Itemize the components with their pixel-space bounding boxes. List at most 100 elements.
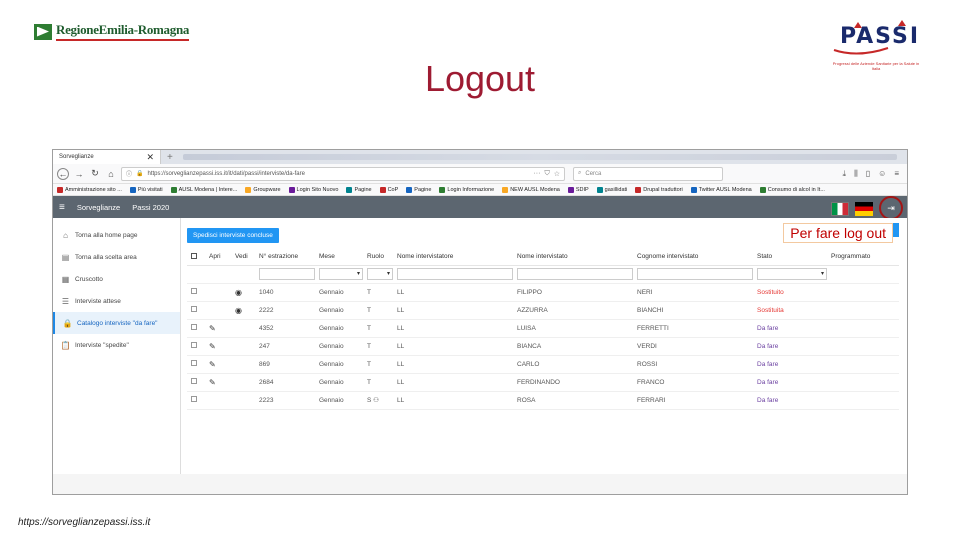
bookmark-item[interactable]: SDIP bbox=[567, 186, 589, 193]
table-row[interactable]: 2223 Gennaio S ⚇ LL ROSA FERRARI Da fare bbox=[187, 391, 899, 410]
cell-cognome: FERRARI bbox=[637, 396, 666, 404]
cell-mese: Gennaio bbox=[319, 396, 344, 404]
logout-button[interactable]: ⇥ bbox=[879, 196, 903, 220]
smiley-icon[interactable]: ☺ bbox=[878, 169, 886, 179]
sidebar-item-label: Catalogo interviste "da fare" bbox=[77, 319, 158, 327]
browser-tab-title: Sorveglianze bbox=[59, 154, 94, 160]
send-interviews-button[interactable]: Spedisci interviste concluse bbox=[187, 228, 279, 243]
table-row[interactable]: ◉ 1040 Gennaio T LL FILIPPO NERI Sostituito bbox=[187, 283, 899, 302]
app-content: ⌂ Torna alla home page ▤ Torna alla scelta … bbox=[53, 218, 907, 474]
reload-icon[interactable]: ↻ bbox=[89, 168, 101, 180]
lock-icon: 🔒 bbox=[136, 171, 144, 177]
bookmark-item[interactable]: CoP bbox=[379, 186, 398, 193]
search-input[interactable]: ⌕ Cerca bbox=[573, 166, 723, 181]
home-icon[interactable]: ⌂ bbox=[105, 168, 117, 180]
sidebar-item[interactable]: 🔒 Catalogo interviste "da fare" bbox=[53, 312, 180, 334]
sidebar-icon[interactable]: ▯ bbox=[866, 169, 870, 179]
table-row[interactable]: ✎ 247 Gennaio T LL BIANCA VERDI Da fare bbox=[187, 337, 899, 356]
browser-nav-bar: ← → ↻ ⌂ ⓘ 🔒 https://sorveglianzepassi.is… bbox=[53, 164, 907, 184]
bookmark-item[interactable]: Login Sito Nuovo bbox=[288, 186, 338, 193]
column-header: Nome intervistatore bbox=[393, 249, 513, 266]
cell-nome: ROSA bbox=[517, 396, 536, 404]
table-row[interactable]: ◉ 2222 Gennaio T LL AZZURRA BIANCHI Sostituita bbox=[187, 301, 899, 320]
library-icon[interactable]: ⫼ bbox=[854, 169, 858, 179]
row-checkbox[interactable] bbox=[191, 360, 197, 366]
bookmark-icon bbox=[596, 186, 603, 193]
row-checkbox[interactable] bbox=[191, 288, 197, 294]
sidebar-item[interactable]: ☰ Interviste attese bbox=[53, 290, 180, 312]
back-icon[interactable]: ← bbox=[57, 167, 69, 180]
filter-intervistatore[interactable] bbox=[397, 268, 513, 280]
table-row[interactable]: ✎ 4352 Gennaio T LL LUISA FERRETTI Da fare bbox=[187, 319, 899, 338]
cell-ruolo: T bbox=[367, 306, 371, 314]
bookmark-item[interactable]: Pagine bbox=[406, 186, 431, 193]
edit-icon[interactable]: ✎ bbox=[209, 342, 216, 351]
slide: RegioneEmilia-Romagna PASSI Progressi de… bbox=[0, 0, 960, 540]
new-tab-icon[interactable]: + bbox=[167, 152, 173, 163]
edit-icon[interactable]: ✎ bbox=[209, 378, 216, 387]
forward-icon[interactable]: → bbox=[73, 168, 85, 180]
hamburger-icon[interactable]: ≡ bbox=[59, 202, 65, 213]
row-checkbox[interactable] bbox=[191, 324, 197, 330]
sidebar: ⌂ Torna alla home page ▤ Torna alla scelta … bbox=[53, 218, 181, 474]
italian-flag-icon[interactable] bbox=[831, 202, 849, 216]
cell-intervistatore: LL bbox=[397, 342, 405, 350]
download-icon[interactable]: ⤓ bbox=[843, 169, 847, 179]
filter-stato[interactable] bbox=[757, 268, 827, 280]
cell-n: 247 bbox=[259, 342, 270, 350]
sidebar-item[interactable]: ▦ Cruscotto bbox=[53, 268, 180, 290]
close-icon[interactable]: ✕ bbox=[146, 152, 154, 163]
table-header-row: Apri Vedi N° estrazione Mese Ruolo Nome inter… bbox=[187, 249, 899, 266]
table-row[interactable]: ✎ 2684 Gennaio T LL FERDINANDO FRANCO Da fare bbox=[187, 373, 899, 392]
url-actions: ··· ⛉ ☆ bbox=[533, 170, 560, 178]
browser-tab[interactable]: Sorveglianze ✕ bbox=[53, 150, 161, 164]
bookmark-item[interactable]: NEW AUSL Modena bbox=[502, 186, 560, 193]
group-icon: ⚇ bbox=[371, 397, 379, 404]
more-icon[interactable]: ··· bbox=[533, 170, 540, 178]
app-menu-label[interactable]: Sorveglianze bbox=[77, 203, 120, 212]
bookmark-item[interactable]: Twitter AUSL Modena bbox=[690, 186, 752, 193]
menu-icon[interactable]: ≡ bbox=[894, 169, 899, 179]
edit-icon[interactable]: ✎ bbox=[209, 324, 216, 333]
bookmark-item[interactable]: gasillidati bbox=[596, 186, 627, 193]
filter-ruolo[interactable] bbox=[367, 268, 393, 280]
bookmark-item[interactable]: Consumo di alcol in It... bbox=[759, 186, 825, 193]
row-checkbox[interactable] bbox=[191, 342, 197, 348]
bookmark-icon bbox=[379, 186, 386, 193]
sidebar-item-label: Interviste attese bbox=[75, 297, 121, 305]
edit-icon[interactable]: ✎ bbox=[209, 360, 216, 369]
column-header: Programmato bbox=[827, 249, 899, 266]
pocket-icon[interactable]: ⛉ bbox=[544, 170, 549, 178]
filter-cognome[interactable] bbox=[637, 268, 753, 280]
row-checkbox[interactable] bbox=[191, 378, 197, 384]
sidebar-item[interactable]: ⌂ Torna alla home page bbox=[53, 224, 180, 246]
filter-mese[interactable] bbox=[319, 268, 363, 280]
bookmark-item[interactable]: Pagine bbox=[346, 186, 372, 193]
sidebar-item[interactable]: ▤ Torna alla scelta area bbox=[53, 246, 180, 268]
bookmark-item[interactable]: Login Informazione bbox=[439, 186, 494, 193]
row-checkbox[interactable] bbox=[191, 306, 197, 312]
info-icon: ⓘ bbox=[126, 172, 133, 178]
url-bar[interactable]: ⓘ 🔒 https://sorveglianzepassi.iss.it/it/… bbox=[121, 166, 565, 181]
passi-logo-text: PASSI bbox=[840, 24, 921, 49]
cell-mese: Gennaio bbox=[319, 324, 344, 332]
row-checkbox[interactable] bbox=[191, 396, 197, 402]
star-icon[interactable]: ☆ bbox=[554, 170, 560, 178]
regione-logo-text: RegioneEmilia-Romagna bbox=[56, 22, 189, 41]
bookmark-item[interactable]: AUSL Modena | Intere... bbox=[170, 186, 237, 193]
sidebar-item[interactable]: 📋 Interviste "spedite" bbox=[53, 334, 180, 356]
cell-nome: AZZURRA bbox=[517, 306, 548, 314]
view-icon[interactable]: ◉ bbox=[235, 288, 242, 297]
german-flag-icon[interactable] bbox=[855, 202, 873, 216]
table-row[interactable]: ✎ 869 Gennaio T LL CARLO ROSSI Da fare bbox=[187, 355, 899, 374]
filter-estrazione[interactable] bbox=[259, 268, 315, 280]
view-icon[interactable]: ◉ bbox=[235, 306, 242, 315]
cell-cognome: FERRETTI bbox=[637, 324, 669, 332]
bookmark-item[interactable]: Amministrazione sito ... bbox=[57, 186, 122, 193]
filter-nome[interactable] bbox=[517, 268, 633, 280]
bookmark-label: Pagine bbox=[354, 186, 372, 193]
bookmark-item[interactable]: Groupware bbox=[245, 186, 281, 193]
area-icon: ▤ bbox=[61, 252, 70, 262]
bookmark-item[interactable]: Più visitati bbox=[129, 186, 163, 193]
bookmark-item[interactable]: Drupal traduttori bbox=[635, 186, 683, 193]
